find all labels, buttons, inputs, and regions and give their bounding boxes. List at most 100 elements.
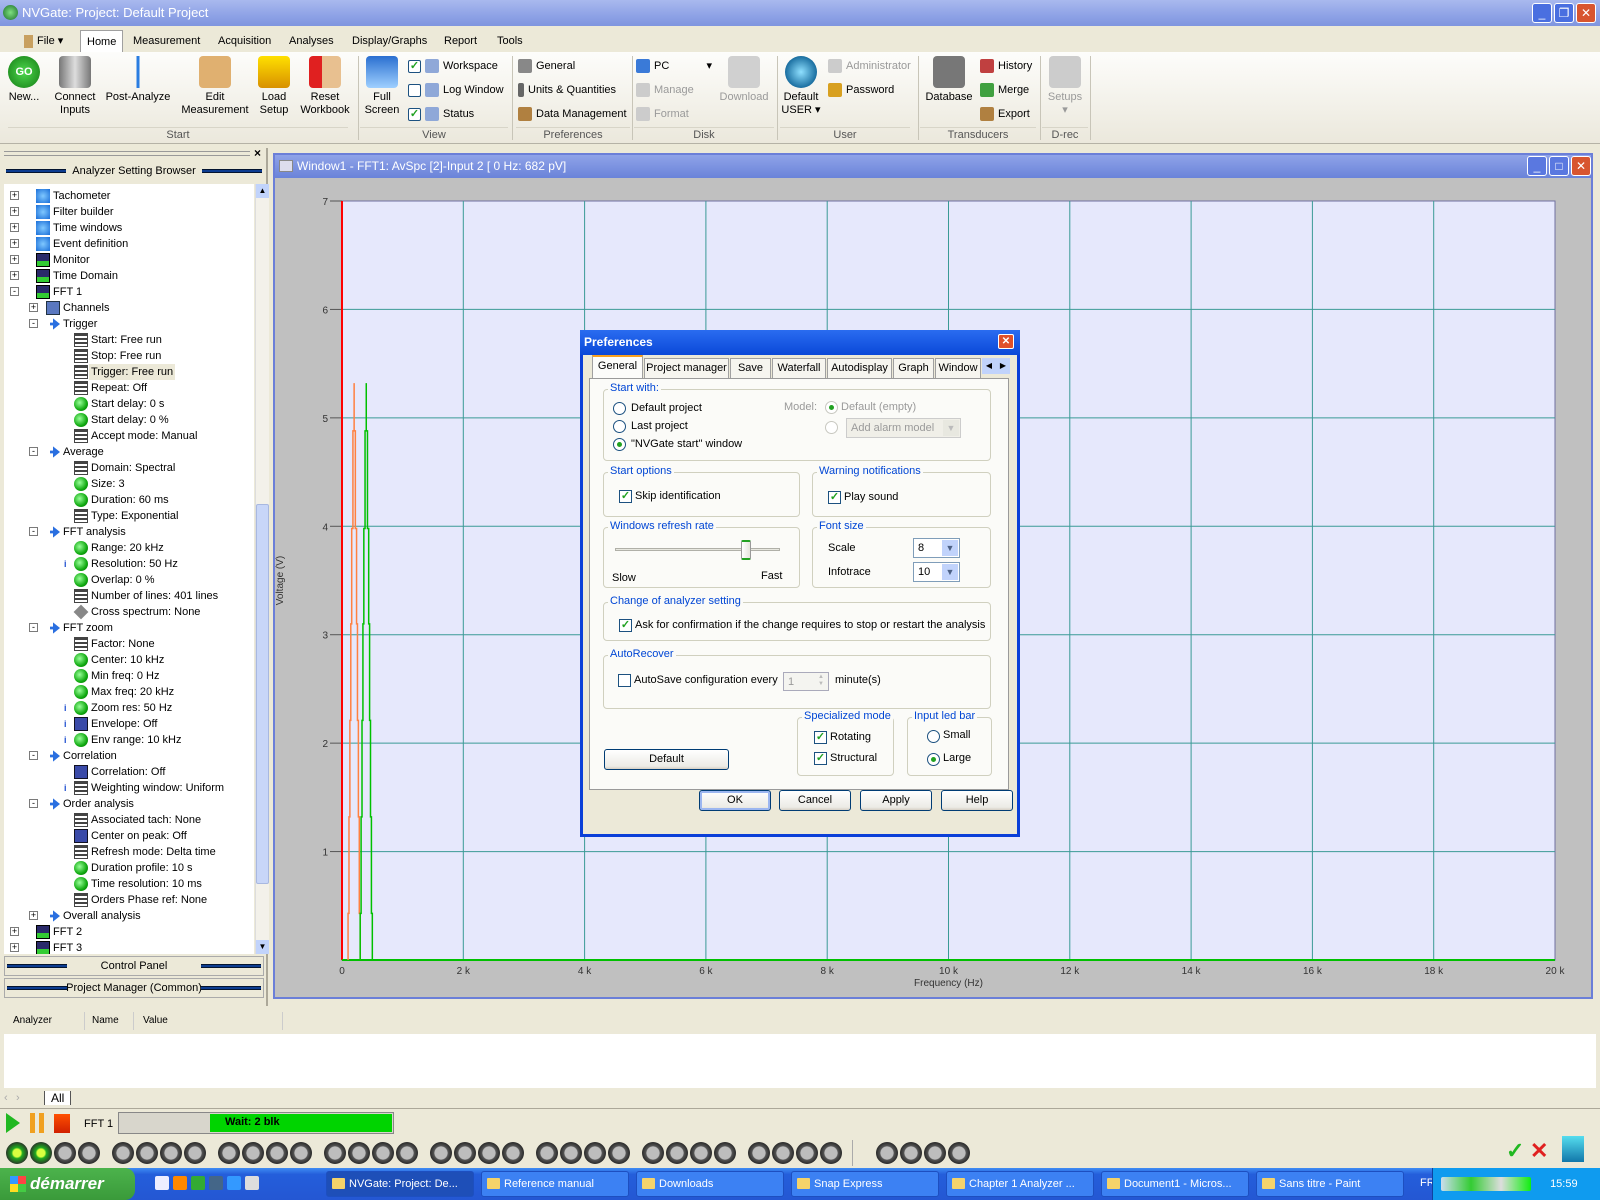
expand-icon[interactable]: + [10, 239, 19, 248]
tree-item[interactable]: Duration profile: 10 s [4, 860, 254, 876]
tree-item[interactable]: Min freq: 0 Hz [4, 668, 254, 684]
tab-acquisition[interactable]: Acquisition [212, 30, 277, 52]
download-button[interactable]: Download [716, 56, 772, 104]
tab-measurement[interactable]: Measurement [127, 30, 206, 52]
tab-analyses[interactable]: Analyses [283, 30, 340, 52]
task-snap-express[interactable]: Snap Express [791, 1171, 939, 1197]
tab-display-graphs[interactable]: Display/Graphs [346, 30, 433, 52]
tree-item[interactable]: Start: Free run [4, 332, 254, 348]
password-button[interactable]: Password [828, 81, 894, 99]
tree-item[interactable]: - Average [4, 444, 254, 460]
tree-item[interactable]: + Overall analysis [4, 908, 254, 924]
tab-scroll-right-button[interactable]: ▶ [996, 358, 1010, 374]
tree-item[interactable]: Center: 10 kHz [4, 652, 254, 668]
play-sound-checkbox[interactable]: ✓ [828, 491, 841, 504]
expand-icon[interactable]: + [10, 927, 19, 936]
tab-tools[interactable]: Tools [491, 30, 529, 52]
close-button[interactable]: ✕ [1576, 3, 1596, 23]
ie-icon[interactable] [227, 1176, 241, 1190]
graph-maximize-button[interactable]: □ [1549, 156, 1569, 176]
tree-item[interactable]: Factor: None [4, 636, 254, 652]
tab-scroll-left-button[interactable]: ◀ [982, 358, 996, 374]
collapse-icon[interactable]: - [10, 287, 19, 296]
stop-button[interactable] [54, 1114, 70, 1133]
ask-confirmation-checkbox[interactable]: ✓ [619, 619, 632, 632]
pause-button[interactable] [30, 1113, 44, 1133]
skip-identification-checkbox[interactable]: ✓ [619, 490, 632, 503]
full-screen-button[interactable]: Full Screen [362, 56, 402, 117]
tree-scrollbar[interactable]: ▲ ▼ [255, 184, 269, 954]
general-preferences-button[interactable]: General [518, 57, 575, 75]
chrome-icon[interactable] [191, 1176, 205, 1190]
log-window-checkbox[interactable] [408, 83, 421, 97]
format-button[interactable]: Format [636, 105, 689, 123]
tree-item[interactable]: Start delay: 0 % [4, 412, 254, 428]
post-analyze-button[interactable]: Post-Analyze [104, 56, 172, 104]
tab-all[interactable]: All [44, 1091, 72, 1105]
manage-button[interactable]: Manage [636, 81, 694, 99]
tree-item[interactable]: Duration: 60 ms [4, 492, 254, 508]
tree-item[interactable]: Center on peak: Off [4, 828, 254, 844]
tab-graph[interactable]: Graph [893, 358, 934, 378]
tree-item[interactable]: i Env range: 10 kHz [4, 732, 254, 748]
chart-app-icon[interactable] [209, 1176, 223, 1190]
expand-icon[interactable]: + [10, 223, 19, 232]
help-button[interactable]: Help [941, 790, 1013, 811]
tab-project-manager[interactable]: Project manager [644, 358, 729, 378]
tree-item[interactable]: Cross spectrum: None [4, 604, 254, 620]
scroll-thumb[interactable] [256, 504, 269, 884]
tree-item[interactable]: Stop: Free run [4, 348, 254, 364]
tree-item[interactable]: Refresh mode: Delta time [4, 844, 254, 860]
tree-item[interactable]: + Time windows [4, 220, 254, 236]
expand-icon[interactable]: + [10, 207, 19, 216]
column-analyzer[interactable]: Analyzer [13, 1012, 85, 1030]
tab-save[interactable]: Save [730, 358, 771, 378]
task-reference-manual[interactable]: Reference manual [481, 1171, 629, 1197]
dialog-close-button[interactable]: ✕ [998, 334, 1014, 349]
tree-item[interactable]: Max freq: 20 kHz [4, 684, 254, 700]
history-button[interactable]: History [980, 57, 1032, 75]
tree-item[interactable]: + Tachometer [4, 188, 254, 204]
tree-item[interactable]: + Time Domain [4, 268, 254, 284]
tree-item[interactable]: Number of lines: 401 lines [4, 588, 254, 604]
task-paint[interactable]: Sans titre - Paint [1256, 1171, 1404, 1197]
graph-minimize-button[interactable]: _ [1527, 156, 1547, 176]
scroll-up-button[interactable]: ▲ [256, 184, 269, 198]
task-downloads[interactable]: Downloads [636, 1171, 784, 1197]
workspace-checkbox[interactable]: ✓ [408, 59, 421, 73]
autosave-checkbox[interactable] [618, 674, 631, 687]
default-project-radio[interactable] [613, 402, 626, 415]
expand-icon[interactable]: + [10, 255, 19, 264]
start-button[interactable]: démarrer [0, 1168, 135, 1200]
collapse-icon[interactable]: - [29, 623, 38, 632]
minimize-button[interactable]: _ [1532, 3, 1552, 23]
setups-button[interactable]: Setups ▾ [1044, 56, 1086, 117]
panel-grip[interactable] [4, 151, 250, 156]
tree-item[interactable]: + FFT 2 [4, 924, 254, 940]
ok-button[interactable]: OK [699, 790, 771, 811]
new-button[interactable]: GO New... [4, 56, 44, 104]
task-document1[interactable]: Document1 - Micros... [1101, 1171, 1249, 1197]
scroll-down-button[interactable]: ▼ [256, 940, 269, 954]
project-manager-bar[interactable]: Project Manager (Common) [4, 978, 264, 998]
collapse-icon[interactable]: - [29, 527, 38, 536]
task-chapter1[interactable]: Chapter 1 Analyzer ... [946, 1171, 1094, 1197]
tree-item[interactable]: Orders Phase ref: None [4, 892, 254, 908]
export-button[interactable]: Export [980, 105, 1030, 123]
play-button[interactable] [6, 1113, 20, 1133]
restore-button[interactable]: ❐ [1554, 3, 1574, 23]
tree-item[interactable]: - FFT zoom [4, 620, 254, 636]
tree-item[interactable]: Overlap: 0 % [4, 572, 254, 588]
panel-close-icon[interactable]: × [254, 146, 261, 160]
column-value[interactable]: Value [143, 1012, 283, 1030]
log-window-toggle[interactable]: Log Window [408, 81, 504, 99]
tree-item[interactable]: Accept mode: Manual [4, 428, 254, 444]
reject-x-icon[interactable]: ✕ [1530, 1138, 1548, 1164]
tree-item[interactable]: Type: Exponential [4, 508, 254, 524]
connect-inputs-button[interactable]: Connect Inputs [52, 56, 98, 117]
expand-icon[interactable]: + [29, 911, 38, 920]
model-alarm-radio[interactable] [825, 421, 838, 434]
small-radio[interactable] [927, 730, 940, 743]
tree-item[interactable]: Correlation: Off [4, 764, 254, 780]
email-icon[interactable] [155, 1176, 169, 1190]
